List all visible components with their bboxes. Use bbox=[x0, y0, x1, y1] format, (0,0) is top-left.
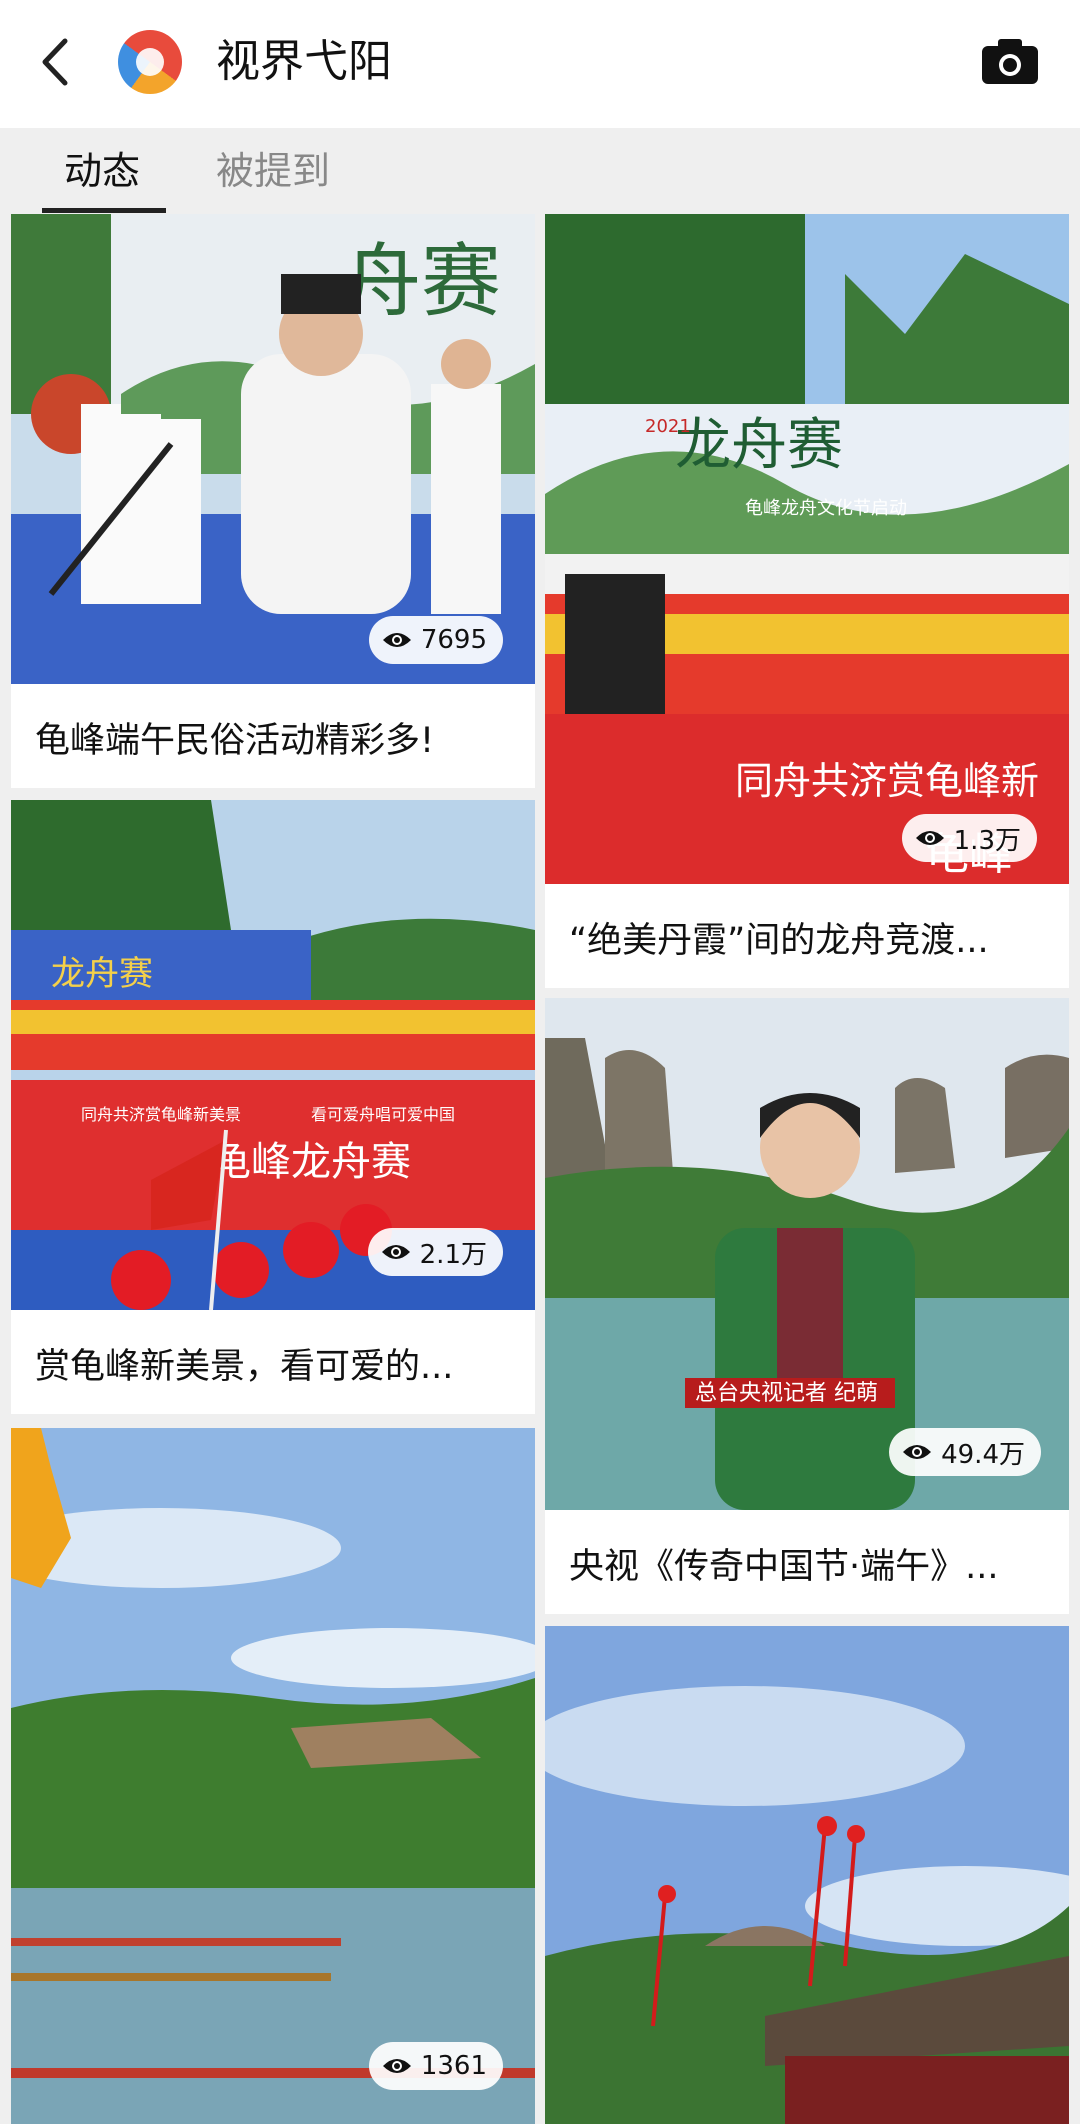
thumbnail-image bbox=[545, 1626, 1069, 2124]
page-title: 视界弋阳 bbox=[216, 36, 392, 87]
eye-icon bbox=[382, 2059, 411, 2073]
svg-text:2021: 2021 bbox=[645, 416, 691, 437]
camera-icon bbox=[982, 39, 1038, 84]
back-arrow-icon bbox=[42, 38, 68, 86]
view-count: 1.3万 bbox=[953, 825, 1021, 856]
view-count-badge: 1361 bbox=[368, 2042, 503, 2090]
svg-text:总台央视记者 纪萌: 总台央视记者 纪萌 bbox=[695, 1381, 878, 1406]
eye-icon bbox=[915, 831, 944, 845]
view-count: 49.4万 bbox=[941, 1439, 1025, 1470]
svg-text:龟峰龙舟赛: 龟峰龙舟赛 bbox=[211, 1139, 411, 1185]
svg-text:龟峰龙舟文化节启动: 龟峰龙舟文化节启动 bbox=[745, 498, 907, 519]
svg-text:同舟共济赏龟峰新美景: 同舟共济赏龟峰新美景 bbox=[81, 1105, 241, 1124]
view-count-badge: 7695 bbox=[368, 616, 503, 664]
feed-card[interactable]: 龙舟赛 同舟共济赏龟峰新美景 看可爱舟唱可爱中国 龟峰龙舟赛 2.1万 赏龟峰新… bbox=[11, 800, 535, 1414]
card-thumbnail[interactable]: 1361 bbox=[11, 1428, 535, 2124]
card-thumbnail[interactable]: 舟赛 7695 bbox=[11, 214, 535, 684]
thumbnail-image bbox=[11, 1428, 535, 2124]
feed-card[interactable]: 总台央视记者 纪萌 49.4万 央视《传奇中国节·端午》... bbox=[545, 998, 1069, 1614]
svg-text:同舟共济赏龟峰新: 同舟共济赏龟峰新 bbox=[735, 759, 1039, 803]
top-bar: 视界弋阳 bbox=[0, 0, 1080, 128]
card-thumbnail[interactable] bbox=[545, 1626, 1069, 2124]
tab-dynamic[interactable]: 动态 bbox=[64, 146, 140, 196]
view-count: 2.1万 bbox=[419, 1239, 487, 1270]
view-count: 1361 bbox=[420, 2051, 487, 2081]
eye-icon bbox=[382, 633, 411, 647]
card-title: 赏龟峰新美景，看可爱的... bbox=[35, 1347, 454, 1387]
active-tab-indicator bbox=[42, 208, 166, 213]
eye-icon bbox=[381, 1245, 410, 1259]
eye-icon bbox=[903, 1445, 932, 1459]
thumbnail-image: 舟赛 bbox=[11, 214, 535, 684]
card-title: “绝美丹霞”间的龙舟竞渡... bbox=[569, 921, 989, 961]
card-thumbnail[interactable]: 龙舟赛 同舟共济赏龟峰新美景 看可爱舟唱可爱中国 龟峰龙舟赛 2.1万 bbox=[11, 800, 535, 1310]
feed-card[interactable]: 舟赛 7695 龟峰端午民俗活动精彩多! bbox=[11, 214, 535, 788]
svg-text:看可爱舟唱可爱中国: 看可爱舟唱可爱中国 bbox=[311, 1105, 455, 1124]
view-count: 7695 bbox=[420, 625, 487, 655]
svg-text:舟赛: 舟赛 bbox=[341, 235, 501, 328]
tab-bar: 动态 被提到 bbox=[0, 128, 1080, 214]
feed-card[interactable] bbox=[545, 1626, 1069, 2124]
camera-button[interactable] bbox=[980, 36, 1040, 86]
tab-mentioned[interactable]: 被提到 bbox=[216, 146, 330, 196]
card-title: 央视《传奇中国节·端午》... bbox=[569, 1547, 999, 1587]
svg-text:龙舟赛: 龙舟赛 bbox=[51, 954, 153, 994]
card-thumbnail[interactable]: 龙舟赛 2021 龟峰龙舟文化节启动 同舟共济赏龟峰新 龟峰 1.3万 bbox=[545, 214, 1069, 884]
thumbnail-image: 龙舟赛 2021 龟峰龙舟文化节启动 同舟共济赏龟峰新 龟峰 bbox=[545, 214, 1069, 884]
view-count-badge: 2.1万 bbox=[367, 1228, 503, 1276]
feed-card[interactable]: 1361 bbox=[11, 1428, 535, 2124]
card-thumbnail[interactable]: 总台央视记者 纪萌 49.4万 bbox=[545, 998, 1069, 1510]
view-count-badge: 49.4万 bbox=[889, 1428, 1041, 1476]
channel-logo[interactable] bbox=[118, 30, 182, 94]
card-title: 龟峰端午民俗活动精彩多! bbox=[35, 721, 435, 761]
svg-text:龙舟赛: 龙舟赛 bbox=[675, 413, 843, 478]
back-button[interactable] bbox=[34, 30, 74, 94]
feed-card[interactable]: 龙舟赛 2021 龟峰龙舟文化节启动 同舟共济赏龟峰新 龟峰 1.3万 “绝美丹… bbox=[545, 214, 1069, 988]
view-count-badge: 1.3万 bbox=[901, 814, 1037, 862]
